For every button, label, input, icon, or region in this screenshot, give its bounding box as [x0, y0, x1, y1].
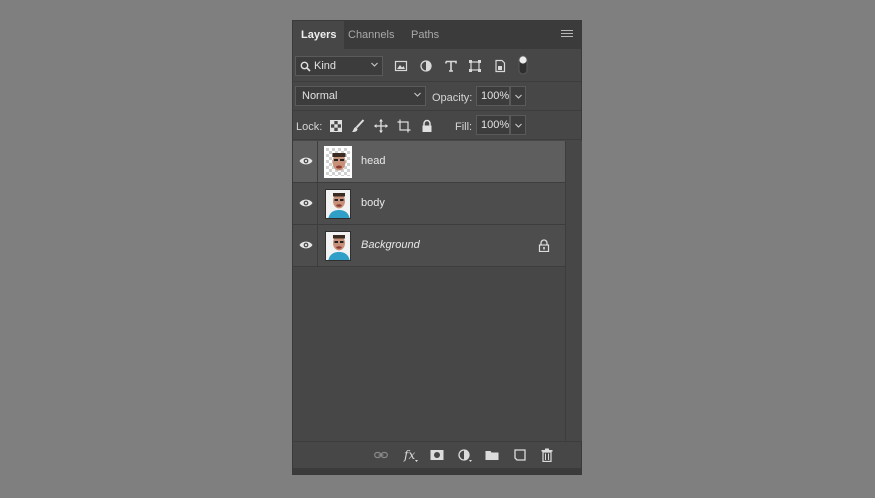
layers-list: head body Background	[293, 141, 565, 441]
layers-scrollbar[interactable]	[565, 141, 582, 441]
mask-icon[interactable]	[430, 448, 444, 462]
svg-text:fx: fx	[403, 448, 415, 462]
fill-input[interactable]: 100%	[476, 115, 510, 135]
lock-artboard-icon[interactable]	[397, 119, 411, 133]
adjustment-filter-icon[interactable]	[419, 59, 433, 73]
opacity-dropdown-button[interactable]	[510, 86, 526, 106]
layer-name[interactable]: body	[361, 197, 385, 209]
layer-name[interactable]: Background	[361, 239, 420, 251]
smart-object-filter-icon[interactable]	[493, 59, 507, 73]
group-folder-icon[interactable]	[485, 448, 499, 462]
fx-icon[interactable]: fx	[403, 448, 419, 462]
blend-row: Normal Opacity: 100%	[293, 82, 581, 111]
tab-layers[interactable]: Layers	[293, 21, 345, 49]
eye-icon[interactable]	[299, 240, 313, 250]
filter-kind-dropdown[interactable]: Kind	[295, 56, 383, 76]
filter-kind-label: Kind	[314, 60, 337, 72]
lock-row: Lock: Fill: 100%	[293, 111, 581, 140]
adjustment-layer-icon[interactable]	[457, 448, 473, 462]
panel-tab-bar: Layers Channels Paths	[293, 21, 581, 49]
filter-toggle-icon[interactable]	[518, 55, 528, 75]
layers-bottom-toolbar: fx	[293, 441, 581, 469]
lock-transparent-icon[interactable]	[329, 119, 343, 133]
chevron-down-icon	[371, 61, 378, 68]
layer-row-body[interactable]: body	[293, 183, 565, 225]
eye-icon[interactable]	[299, 156, 313, 166]
lock-all-icon[interactable]	[420, 119, 434, 133]
link-icon[interactable]	[374, 448, 388, 462]
panel-menu-icon[interactable]	[561, 30, 573, 40]
fill-value: 100%	[481, 119, 510, 131]
layer-thumbnail[interactable]	[325, 231, 351, 261]
opacity-value: 100%	[481, 90, 510, 102]
fill-label: Fill:	[455, 121, 473, 133]
lock-icon[interactable]	[538, 239, 550, 253]
new-layer-icon[interactable]	[513, 448, 527, 462]
fill-dropdown-button[interactable]	[510, 115, 526, 135]
blend-mode-value: Normal	[302, 90, 338, 102]
eye-divider	[317, 141, 318, 183]
chevron-down-icon	[414, 91, 421, 98]
trash-icon[interactable]	[540, 448, 554, 462]
opacity-input[interactable]: 100%	[476, 86, 510, 106]
eye-icon[interactable]	[299, 198, 313, 208]
shape-filter-icon[interactable]	[468, 59, 482, 73]
opacity-label: Opacity:	[432, 92, 473, 104]
filter-row: Kind	[293, 49, 581, 82]
lock-image-icon[interactable]	[351, 119, 365, 133]
layer-row-background[interactable]: Background	[293, 225, 565, 267]
blend-mode-dropdown[interactable]: Normal	[295, 86, 426, 106]
tab-channels[interactable]: Channels	[340, 21, 402, 49]
lock-position-icon[interactable]	[374, 119, 388, 133]
layers-panel: Layers Channels Paths Kind Normal Opacit…	[292, 20, 582, 475]
eye-divider	[317, 183, 318, 225]
panel-bottom-edge	[293, 468, 581, 474]
layer-thumbnail[interactable]	[324, 146, 352, 178]
eye-divider	[317, 225, 318, 267]
tab-paths[interactable]: Paths	[403, 21, 447, 49]
chevron-down-icon	[515, 123, 522, 128]
layer-thumbnail[interactable]	[325, 189, 351, 219]
layer-row-head[interactable]: head	[293, 141, 565, 183]
image-filter-icon[interactable]	[394, 59, 408, 73]
search-icon	[300, 60, 311, 78]
chevron-down-icon	[515, 94, 522, 99]
type-filter-icon[interactable]	[444, 59, 458, 73]
layer-name[interactable]: head	[361, 155, 385, 167]
lock-label: Lock:	[296, 121, 323, 133]
